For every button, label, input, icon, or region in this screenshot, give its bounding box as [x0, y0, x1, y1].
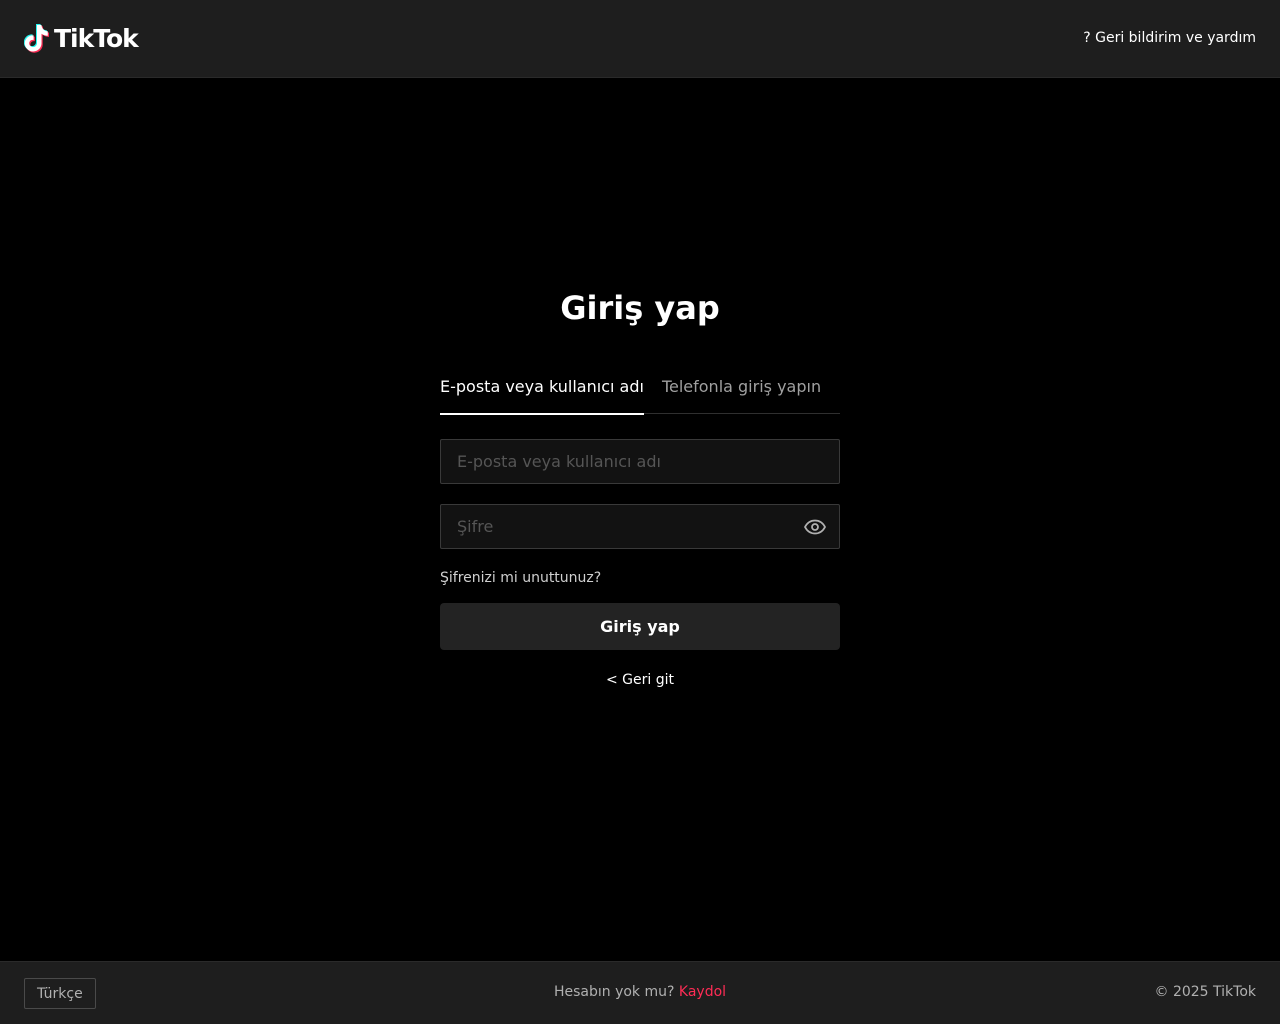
tab-email-username[interactable]: E-posta veya kullanıcı adı — [440, 371, 644, 415]
forgot-password-link[interactable]: Şifrenizi mi unuttunuz? — [440, 569, 601, 587]
page-title: Giriş yap — [560, 289, 720, 327]
copyright-text: © 2025 TikTok — [1154, 984, 1257, 1000]
login-method-tabs: E-posta veya kullanıcı adı Telefonla gir… — [440, 371, 840, 415]
footer: Türkçe Hesabın yok mu? Kaydol © 2025 Tik… — [0, 961, 1280, 1024]
eye-icon[interactable] — [803, 515, 827, 539]
password-field-container — [440, 504, 840, 549]
login-button[interactable]: Giriş yap — [440, 603, 840, 650]
login-form: Giriş yap E-posta veya kullanıcı adı Tel… — [440, 282, 840, 688]
back-link[interactable]: < Geri git — [440, 672, 840, 688]
feedback-help-link[interactable]: ? Geri bildirim ve yardım — [1083, 30, 1256, 46]
tiktok-note-icon — [24, 24, 49, 53]
header: TikTok ? Geri bildirim ve yardım — [0, 0, 1280, 78]
tab-phone-login[interactable]: Telefonla giriş yapın — [662, 371, 821, 414]
signup-link[interactable]: Kaydol — [679, 984, 726, 1000]
username-input[interactable] — [441, 440, 839, 483]
signup-prompt: Hesabın yok mu? Kaydol — [0, 984, 1280, 1000]
logo-text: TikTok — [54, 23, 139, 53]
username-field-container — [440, 439, 840, 484]
no-account-text: Hesabın yok mu? — [553, 984, 675, 1000]
tiktok-logo[interactable]: TikTok — [24, 20, 139, 56]
password-input[interactable] — [441, 505, 839, 548]
